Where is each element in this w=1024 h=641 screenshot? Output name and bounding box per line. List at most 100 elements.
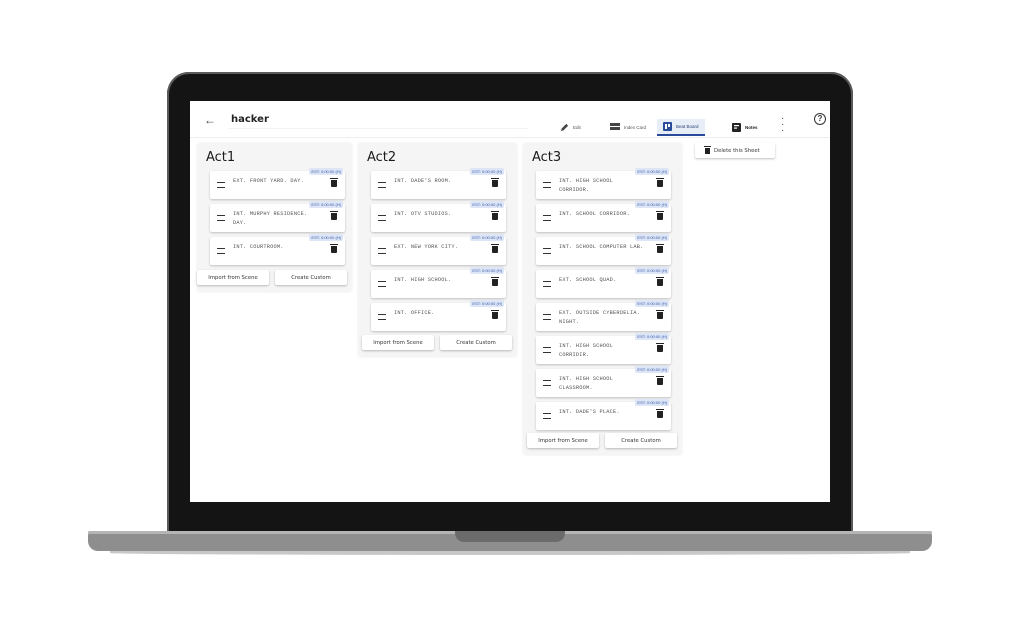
trash-icon[interactable] [330, 178, 338, 187]
drag-handle-icon[interactable] [378, 248, 386, 254]
more-vertical-icon[interactable]: · · · [781, 114, 784, 136]
beat-card[interactable]: EST: 0:00:00 (H) INT. SCHOOL COMPUTER LA… [536, 234, 671, 265]
est-badge: EST: 0:00:00 (H) [635, 267, 669, 274]
drag-handle-icon[interactable] [543, 347, 551, 353]
index-card-icon [610, 123, 620, 130]
scene-heading: INT. DADE'S ROOM. [394, 178, 452, 184]
est-badge: EST: 0:00:00 (H) [470, 168, 504, 175]
est-badge: EST: 0:00:00 (H) [309, 234, 343, 241]
beat-card[interactable]: EST: 0:00:00 (H) EXT. OUTSIDE CYBERDELIA… [536, 300, 671, 331]
act-title: Act3 [532, 150, 562, 165]
tab-notes[interactable]: Notes [732, 119, 758, 135]
beat-card[interactable]: EST: 0:00:00 (H) INT. HIGH SCHOOL CLASSR… [536, 366, 671, 397]
beat-card[interactable]: EST: 0:00:00 (H) INT. DADE'S ROOM. [371, 168, 506, 199]
trash-icon[interactable] [491, 244, 499, 253]
trash-icon[interactable] [491, 277, 499, 286]
drag-handle-icon[interactable] [217, 215, 225, 221]
drag-handle-icon[interactable] [543, 215, 551, 221]
beat-card[interactable]: EST: 0:00:00 (H) INT. MURPHY RESIDENCE. … [210, 201, 345, 232]
import-from-scene-button[interactable]: Import from Scene [362, 335, 434, 350]
tab-notes-label: Notes [745, 124, 758, 130]
trash-icon[interactable] [656, 409, 664, 418]
drag-handle-icon[interactable] [378, 281, 386, 287]
scene-heading: EXT. FRONT YARD. DAY. [233, 178, 304, 184]
est-badge: EST: 0:00:00 (H) [635, 333, 669, 340]
app-screen: ← hacker Edit Index Card Beat Board Note… [190, 101, 830, 502]
scene-heading: INT. SCHOOL CORRIDOR. [559, 211, 630, 217]
drag-handle-icon[interactable] [543, 182, 551, 188]
scene-heading: INT. OTV STUDIOS. [394, 211, 452, 217]
scene-heading: INT. SCHOOL COMPUTER LAB. [559, 244, 644, 250]
delete-sheet-button[interactable]: Delete this Sheet [695, 143, 775, 158]
trash-icon[interactable] [656, 211, 664, 220]
tab-index-card[interactable]: Index Card [610, 119, 646, 135]
est-badge: EST: 0:00:00 (H) [470, 201, 504, 208]
beat-card[interactable]: EST: 0:00:00 (H) EXT. FRONT YARD. DAY. [210, 168, 345, 199]
drag-handle-icon[interactable] [543, 248, 551, 254]
scene-heading: INT. HIGH SCHOOL CORRIDOR. [559, 178, 614, 193]
est-badge: EST: 0:00:00 (H) [635, 399, 669, 406]
act-column-3: Act3 EST: 0:00:00 (H) INT. HIGH SCHOOL C… [523, 143, 682, 455]
import-from-scene-button[interactable]: Import from Scene [527, 433, 599, 448]
tab-edit-label: Edit [573, 124, 581, 130]
trash-icon[interactable] [491, 178, 499, 187]
beat-card[interactable]: EST: 0:00:00 (H) INT. HIGH SCHOOL CORRID… [536, 168, 671, 199]
tab-edit[interactable]: Edit [560, 119, 581, 135]
trash-icon[interactable] [656, 244, 664, 253]
beat-card[interactable]: EST: 0:00:00 (H) INT. COURTROOM. [210, 234, 345, 265]
beat-card[interactable]: EST: 0:00:00 (H) EXT. SCHOOL QUAD. [536, 267, 671, 298]
trash-icon[interactable] [491, 310, 499, 319]
est-badge: EST: 0:00:00 (H) [635, 300, 669, 307]
scene-heading: INT. DADE'S PLACE. [559, 409, 620, 415]
est-badge: EST: 0:00:00 (H) [635, 366, 669, 373]
drag-handle-icon[interactable] [217, 182, 225, 188]
delete-sheet-label: Delete this Sheet [714, 147, 760, 154]
drag-handle-icon[interactable] [543, 314, 551, 320]
scene-heading: INT. MURPHY RESIDENCE. DAY. [233, 211, 308, 226]
create-custom-button[interactable]: Create Custom [275, 270, 347, 285]
trash-icon[interactable] [656, 343, 664, 352]
beat-card[interactable]: EST: 0:00:00 (H) INT. SCHOOL CORRIDOR. [536, 201, 671, 232]
est-badge: EST: 0:00:00 (H) [470, 267, 504, 274]
est-badge: EST: 0:00:00 (H) [635, 234, 669, 241]
import-from-scene-button[interactable]: Import from Scene [197, 270, 269, 285]
help-icon[interactable]: ? [814, 113, 826, 125]
est-badge: EST: 0:00:00 (H) [470, 234, 504, 241]
scene-heading: EXT. NEW YORK CITY. [394, 244, 459, 250]
act-column-1: Act1 EST: 0:00:00 (H) EXT. FRONT YARD. D… [197, 143, 352, 292]
trash-icon [704, 145, 711, 154]
drag-handle-icon[interactable] [378, 314, 386, 320]
beat-card[interactable]: EST: 0:00:00 (H) INT. OTV STUDIOS. [371, 201, 506, 232]
trash-icon[interactable] [656, 376, 664, 385]
tab-beat-board[interactable]: Beat Board [657, 119, 705, 136]
trash-icon[interactable] [491, 211, 499, 220]
create-custom-button[interactable]: Create Custom [605, 433, 677, 448]
est-badge: EST: 0:00:00 (H) [635, 168, 669, 175]
beat-card[interactable]: EST: 0:00:00 (H) INT. DADE'S PLACE. [536, 399, 671, 430]
trash-icon[interactable] [330, 244, 338, 253]
trash-icon[interactable] [656, 277, 664, 286]
trash-icon[interactable] [656, 310, 664, 319]
beat-card[interactable]: EST: 0:00:00 (H) INT. HIGH SCHOOL CORRID… [536, 333, 671, 364]
drag-handle-icon[interactable] [378, 215, 386, 221]
est-badge: EST: 0:00:00 (H) [635, 201, 669, 208]
page-title[interactable]: hacker [231, 114, 269, 125]
act-title: Act2 [367, 150, 397, 165]
scene-heading: INT. COURTROOM. [233, 244, 284, 250]
drag-handle-icon[interactable] [217, 248, 225, 254]
trash-icon[interactable] [656, 178, 664, 187]
title-underline [228, 128, 528, 129]
drag-handle-icon[interactable] [543, 281, 551, 287]
beat-card[interactable]: EST: 0:00:00 (H) EXT. NEW YORK CITY. [371, 234, 506, 265]
trash-icon[interactable] [330, 211, 338, 220]
drag-handle-icon[interactable] [543, 413, 551, 419]
scene-heading: INT. HIGH SCHOOL. [394, 277, 452, 283]
drag-handle-icon[interactable] [543, 380, 551, 386]
arrow-left-icon[interactable]: ← [204, 113, 216, 127]
act-column-2: Act2 EST: 0:00:00 (H) INT. DADE'S ROOM. … [358, 143, 517, 357]
scene-heading: EXT. OUTSIDE CYBERDELIA. NIGHT. [559, 310, 641, 325]
beat-card[interactable]: EST: 0:00:00 (H) INT. OFFICE. [371, 300, 506, 331]
drag-handle-icon[interactable] [378, 182, 386, 188]
create-custom-button[interactable]: Create Custom [440, 335, 512, 350]
beat-card[interactable]: EST: 0:00:00 (H) INT. HIGH SCHOOL. [371, 267, 506, 298]
